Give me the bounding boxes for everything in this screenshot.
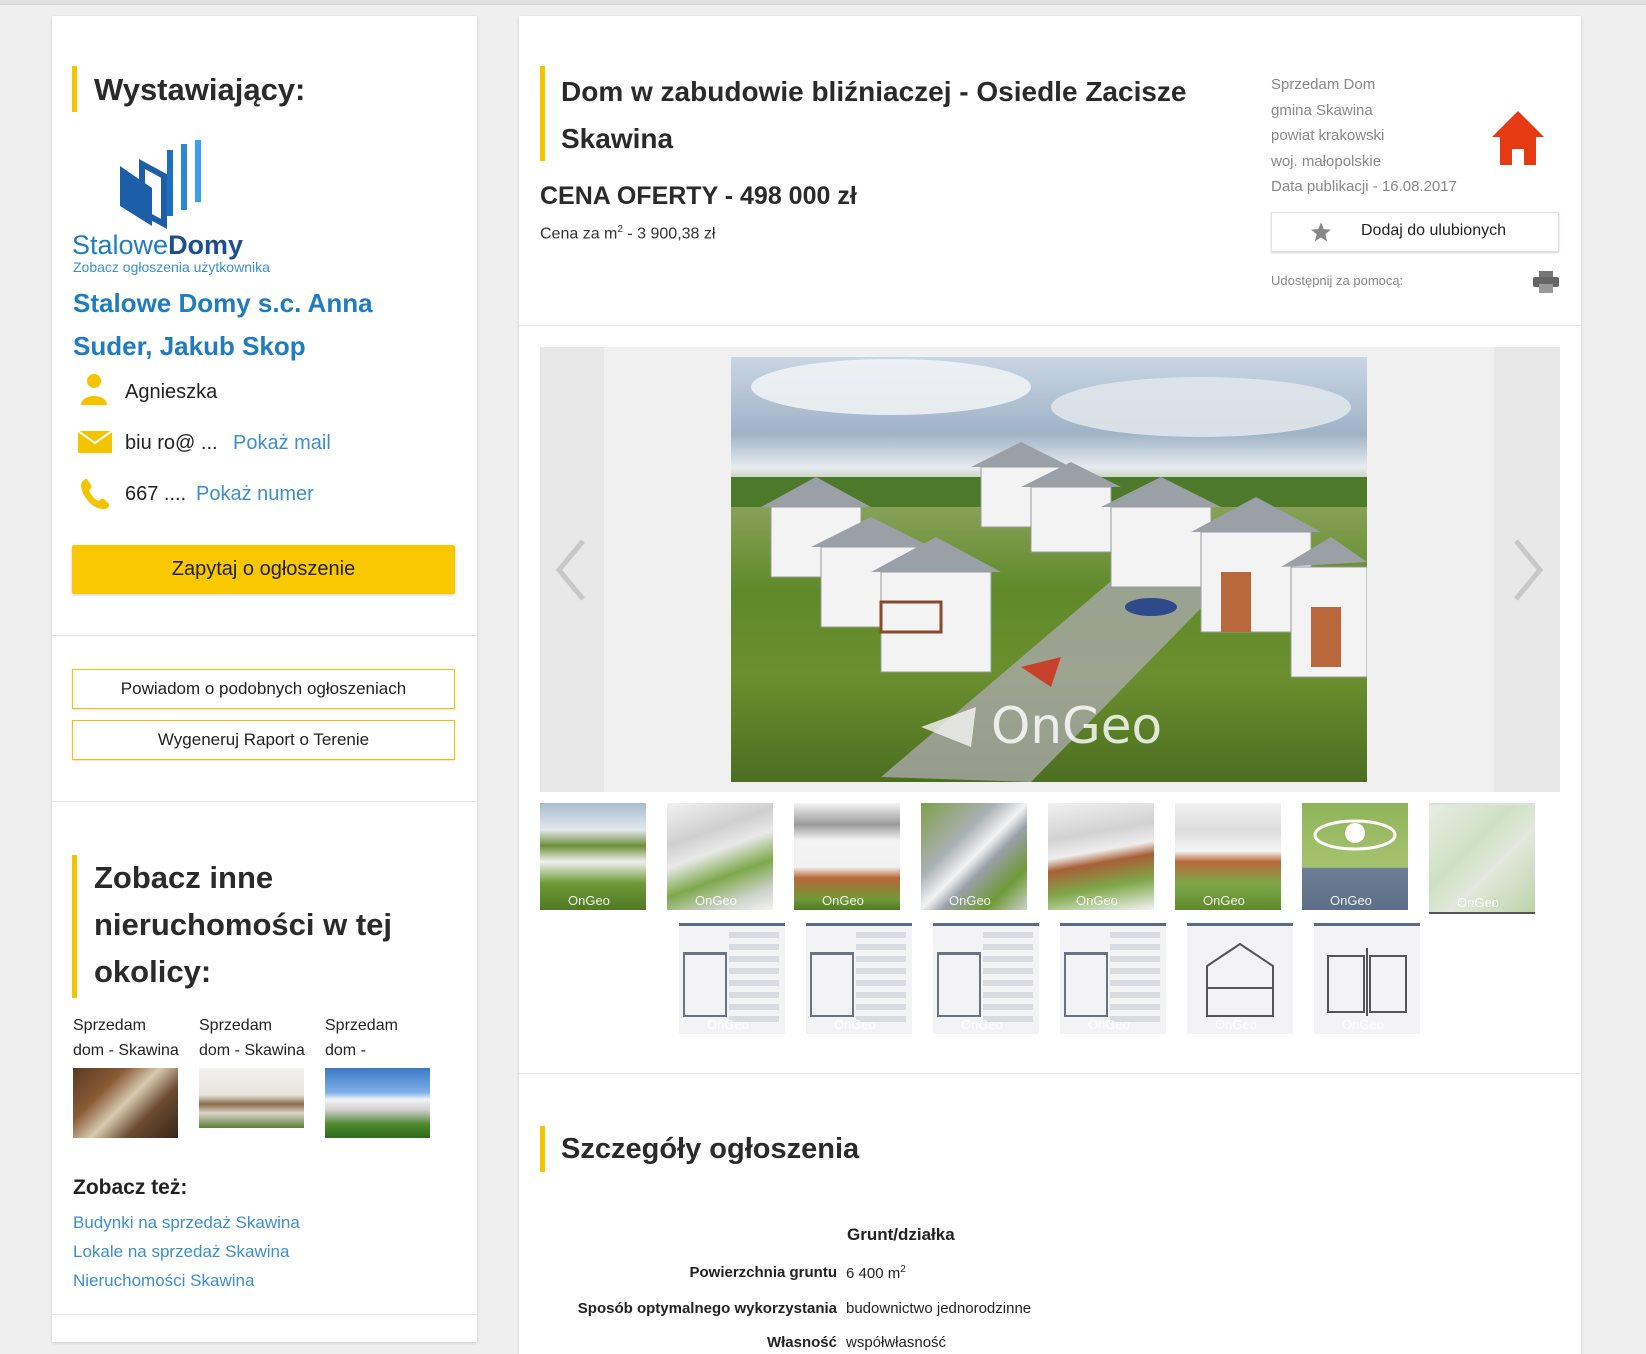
floorplan-thumbnail[interactable]: OnGeo (679, 923, 785, 1034)
gallery-thumbnail[interactable]: OnGeo (1302, 803, 1408, 910)
see-also-link-buildings[interactable]: Budynki na sprzedaż Skawina (73, 1213, 300, 1233)
thumbnail-watermark: OnGeo (822, 893, 864, 908)
seller-heading: Wystawiający: (94, 72, 306, 107)
heading-accent-bar (72, 855, 77, 998)
notify-similar-button[interactable]: Powiadom o podobnych ogłoszeniach (72, 669, 455, 709)
thumbnail-logo-icon (1313, 819, 1397, 851)
star-icon (1311, 222, 1331, 242)
person-icon (81, 374, 107, 405)
share-label: Udostępnij za pomocą: (1271, 273, 1404, 288)
see-user-listings-link[interactable]: Zobacz ogłoszenia użytkownika (73, 259, 270, 275)
company-name[interactable]: Stalowe Domy s.c. Anna Suder, Jakub Skop (73, 282, 373, 368)
see-also-link-premises[interactable]: Lokale na sprzedaż Skawina (73, 1242, 289, 1262)
thumbnail-watermark: OnGeo (1457, 895, 1499, 910)
gallery-thumbnail[interactable]: OnGeo (1048, 803, 1154, 910)
add-to-favorites-button[interactable]: Dodaj do ulubionych (1271, 212, 1559, 252)
gallery-thumbnail[interactable]: OnGeo (921, 803, 1027, 910)
chevron-left-icon[interactable] (553, 537, 589, 603)
title-accent-bar (540, 66, 545, 161)
offer-price: CENA OFERTY - 498 000 zł (540, 182, 857, 210)
seller-sidebar: Wystawiający: StaloweDomy Zobacz ogłosze… (52, 16, 477, 1342)
detail-value: 6 400 m2 (846, 1264, 906, 1282)
detail-value: współwłasność (846, 1334, 947, 1351)
nearby-listing-title: Sprzedam dom - Skawina (73, 1017, 179, 1059)
divider (52, 635, 477, 636)
thumbnail-watermark: OnGeo (949, 893, 991, 908)
price-per-m2: Cena za m2 - 3 900,38 zł (540, 224, 716, 243)
heading-accent-bar (540, 1126, 545, 1172)
listing-main: Dom w zabudowie bliźniaczej - Osiedle Za… (519, 16, 1581, 1354)
main-photo[interactable]: OnGeo (731, 357, 1367, 782)
thumbnail-watermark: OnGeo (568, 893, 610, 908)
thumbnail-strip: OnGeo OnGeo OnGeo OnGeo OnGeo OnGeo OnGe… (540, 803, 1560, 1043)
heading-accent-bar (72, 66, 77, 112)
thumbnail-watermark: OnGeo (1076, 893, 1118, 908)
nearby-listing[interactable]: Sprzedam dom - (325, 1013, 435, 1138)
nearby-heading: Zobacz inne nieruchomości w tej okolicy: (94, 860, 393, 989)
photo-gallery: OnGeo (540, 347, 1560, 792)
generate-report-button[interactable]: Wygeneruj Raport o Terenie (72, 720, 455, 760)
main-photo-watermark: OnGeo (991, 697, 1163, 755)
floorplan-thumbnail[interactable]: OnGeo (1060, 923, 1166, 1034)
thumbnail-watermark: OnGeo (834, 1017, 876, 1032)
thumbnail-watermark: OnGeo (1215, 1017, 1257, 1032)
chevron-right-icon[interactable] (1510, 537, 1546, 603)
floorplan-thumbnail[interactable]: OnGeo (933, 923, 1039, 1034)
nearby-listing-photo (325, 1068, 430, 1138)
see-also-heading: Zobacz też: (73, 1176, 188, 1199)
email-masked: biu ro@ ... (125, 432, 218, 454)
thumbnail-watermark: OnGeo (1342, 1017, 1384, 1032)
gallery-thumbnail[interactable]: OnGeo (794, 803, 900, 910)
thumbnail-watermark: OnGeo (695, 893, 737, 908)
divider (519, 325, 1581, 326)
thumbnail-watermark: OnGeo (1330, 893, 1372, 908)
nearby-listing-photo (73, 1068, 178, 1138)
mail-icon (78, 431, 112, 453)
favorites-label: Dodaj do ulubionych (1361, 222, 1506, 239)
phone-icon (81, 478, 110, 509)
nearby-listing[interactable]: Sprzedam dom - Skawina (73, 1013, 183, 1138)
floorplan-thumbnail[interactable]: OnGeo (806, 923, 912, 1034)
nearby-listing[interactable]: Sprzedam dom - Skawina (199, 1013, 309, 1128)
thumbnail-watermark: OnGeo (1203, 893, 1245, 908)
divider (519, 1073, 1581, 1074)
divider (52, 1314, 477, 1315)
logo-wordmark: StaloweDomy (72, 230, 244, 260)
contact-name: Agnieszka (125, 381, 218, 403)
company-logo-icon (120, 140, 201, 230)
gallery-thumbnail[interactable]: OnGeo (540, 803, 646, 910)
listing-meta: Sprzedam Dom gmina Skawina powiat krakow… (1271, 76, 1457, 195)
thumbnail-watermark: OnGeo (1088, 1017, 1130, 1032)
nearby-listing-photo (199, 1068, 304, 1128)
detail-label: Własność (766, 1334, 837, 1351)
house-icon (1492, 111, 1544, 165)
section-drawing-thumbnail[interactable]: OnGeo (1187, 923, 1293, 1034)
nearby-listing-title: Sprzedam dom - (325, 1017, 398, 1059)
show-mail-link[interactable]: Pokaż mail (233, 432, 331, 455)
nearby-listing-title: Sprzedam dom - Skawina (199, 1017, 305, 1059)
details-section-title: Grunt/działka (847, 1225, 955, 1244)
print-icon[interactable] (1533, 271, 1559, 293)
seller-logo[interactable]: StaloweDomy (72, 128, 282, 268)
gallery-thumbnail[interactable]: OnGeo (667, 803, 773, 910)
see-also-link-properties[interactable]: Nieruchomości Skawina (73, 1271, 254, 1291)
phone-masked: 667 .... (125, 483, 187, 505)
listing-title: Dom w zabudowie bliźniaczej - Osiedle Za… (561, 76, 1187, 154)
divider (52, 801, 477, 802)
gallery-thumbnail[interactable]: OnGeo (1175, 803, 1281, 910)
site-plan-icon (1327, 948, 1407, 1016)
thumbnail-watermark: OnGeo (707, 1017, 749, 1032)
section-drawing-icon (1206, 942, 1274, 1017)
detail-value: budownictwo jednorodzinne (846, 1300, 1032, 1317)
browser-top-border (0, 0, 1646, 5)
gallery-thumbnail[interactable]: OnGeo (1429, 803, 1535, 914)
site-plan-thumbnail[interactable]: OnGeo (1314, 923, 1420, 1034)
detail-label: Sposób optymalnego wykorzystania (577, 1300, 837, 1317)
show-phone-link[interactable]: Pokaż numer (196, 483, 314, 506)
ask-about-listing-button[interactable]: Zapytaj o ogłoszenie (72, 545, 455, 594)
detail-label: Powierzchnia gruntu (689, 1264, 837, 1281)
thumbnail-watermark: OnGeo (961, 1017, 1003, 1032)
ask-button-label: Zapytaj o ogłoszenie (171, 558, 356, 580)
details-heading: Szczegóły ogłoszenia (561, 1133, 860, 1165)
